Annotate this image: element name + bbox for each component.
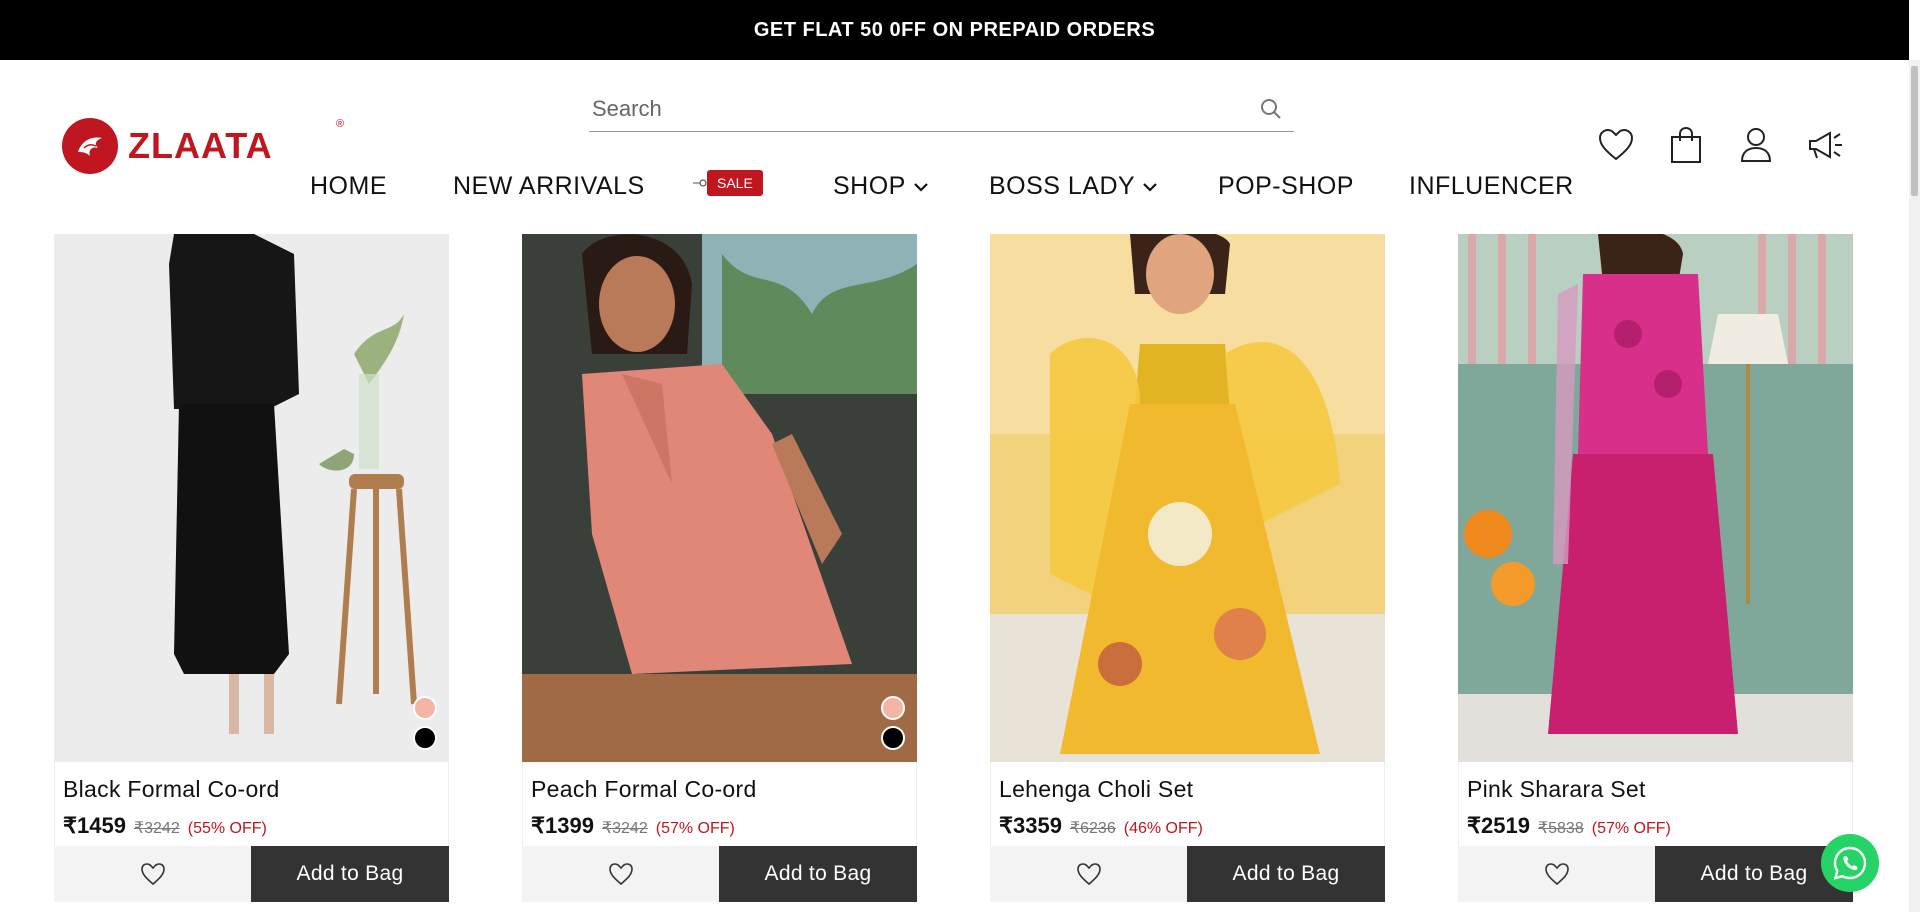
nav-shop-label: SHOP: [833, 172, 906, 200]
nav-influencer-label: INFLUENCER: [1409, 172, 1574, 200]
product-card[interactable]: Black Formal Co-ord ₹1459 ₹3242 (55% OFF…: [54, 234, 449, 904]
original-price: ₹3242: [133, 820, 180, 837]
brand-logo[interactable]: ZLAATA ®: [62, 118, 344, 174]
wishlist-button[interactable]: [522, 846, 719, 902]
nav-sale-tag[interactable]: SALE: [693, 170, 763, 196]
search-bar: [589, 86, 1294, 132]
whatsapp-icon: [1833, 846, 1867, 880]
sale-price: ₹1399: [531, 813, 594, 838]
color-swatch[interactable]: [881, 696, 905, 720]
bird-logo-icon: [62, 118, 118, 174]
product-card[interactable]: Peach Formal Co-ord ₹1399 ₹3242 (57% OFF…: [522, 234, 917, 904]
product-name[interactable]: Pink Sharara Set: [1467, 776, 1844, 803]
whatsapp-chat-button[interactable]: [1821, 834, 1879, 892]
original-price: ₹6236: [1069, 820, 1116, 837]
color-swatch[interactable]: [413, 696, 437, 720]
product-name[interactable]: Lehenga Choli Set: [999, 776, 1376, 803]
add-to-bag-button[interactable]: Add to Bag: [719, 846, 917, 902]
heart-icon: [1076, 863, 1101, 886]
announcement-bar: GET FLAT 50 0FF ON PREPAID ORDERS: [0, 0, 1909, 60]
original-price: ₹5838: [1537, 820, 1584, 837]
color-swatch[interactable]: [413, 726, 437, 750]
product-info: Pink Sharara Set ₹2519 ₹5838 (57% OFF): [1458, 762, 1853, 846]
nav-new-arrivals-label: NEW ARRIVALS: [453, 172, 645, 200]
product-actions: Add to Bag: [522, 846, 917, 902]
product-prices: ₹3359 ₹6236 (46% OFF): [999, 813, 1376, 839]
product-image[interactable]: [522, 234, 917, 762]
wishlist-button[interactable]: [1458, 846, 1655, 902]
color-swatch[interactable]: [881, 726, 905, 750]
discount-label: (57% OFF): [655, 820, 735, 837]
discount-label: (57% OFF): [1591, 820, 1671, 837]
user-icon[interactable]: [1735, 124, 1777, 166]
nav-pop-shop[interactable]: POP-SHOP: [1218, 172, 1354, 201]
add-to-bag-button[interactable]: Add to Bag: [251, 846, 449, 902]
scrollbar-thumb[interactable]: [1911, 66, 1918, 196]
discount-label: (55% OFF): [187, 820, 267, 837]
nav-pop-shop-label: POP-SHOP: [1218, 172, 1354, 200]
brand-name: ZLAATA: [128, 125, 273, 166]
search-input[interactable]: [589, 88, 1256, 129]
shopping-bag-icon[interactable]: [1665, 124, 1707, 166]
product-actions: Add to Bag: [1458, 846, 1853, 902]
nav-home[interactable]: HOME: [310, 172, 387, 201]
search-icon[interactable]: [1256, 94, 1286, 124]
sale-price: ₹1459: [63, 813, 126, 838]
product-card[interactable]: Lehenga Choli Set ₹3359 ₹6236 (46% OFF) …: [990, 234, 1385, 904]
wishlist-button[interactable]: [54, 846, 251, 902]
tag-string-icon: [693, 179, 707, 187]
product-actions: Add to Bag: [54, 846, 449, 902]
nav-boss-lady-label: BOSS LADY: [989, 172, 1136, 200]
heart-icon: [1544, 863, 1569, 886]
sale-label: SALE: [707, 170, 763, 196]
product-actions: Add to Bag: [990, 846, 1385, 902]
product-name[interactable]: Black Formal Co-ord: [63, 776, 440, 803]
chevron-down-icon: [1143, 182, 1158, 192]
heart-icon: [140, 863, 165, 886]
product-info: Lehenga Choli Set ₹3359 ₹6236 (46% OFF): [990, 762, 1385, 846]
announcement-text: GET FLAT 50 0FF ON PREPAID ORDERS: [753, 18, 1156, 41]
sale-price: ₹3359: [999, 813, 1062, 838]
nav-shop[interactable]: SHOP: [833, 172, 930, 201]
page-scrollbar[interactable]: [1909, 60, 1920, 912]
product-info: Black Formal Co-ord ₹1459 ₹3242 (55% OFF…: [54, 762, 449, 846]
nav-influencer[interactable]: INFLUENCER: [1409, 172, 1574, 201]
wishlist-button[interactable]: [990, 846, 1187, 902]
nav-home-label: HOME: [310, 172, 387, 200]
discount-label: (46% OFF): [1123, 820, 1203, 837]
original-price: ₹3242: [601, 820, 648, 837]
product-image[interactable]: [54, 234, 449, 762]
chevron-down-icon: [914, 182, 928, 192]
product-prices: ₹1459 ₹3242 (55% OFF): [63, 813, 440, 839]
registered-mark: ®: [336, 118, 345, 130]
sale-price: ₹2519: [1467, 813, 1530, 838]
nav-boss-lady[interactable]: BOSS LADY: [989, 172, 1159, 201]
product-name[interactable]: Peach Formal Co-ord: [531, 776, 908, 803]
heart-icon[interactable]: [1595, 124, 1637, 166]
product-prices: ₹2519 ₹5838 (57% OFF): [1467, 813, 1844, 839]
product-info: Peach Formal Co-ord ₹1399 ₹3242 (57% OFF…: [522, 762, 917, 846]
product-image[interactable]: [990, 234, 1385, 762]
add-to-bag-button[interactable]: Add to Bag: [1187, 846, 1385, 902]
heart-icon: [608, 863, 633, 886]
nav-new-arrivals[interactable]: NEW ARRIVALS: [453, 172, 645, 201]
product-image[interactable]: [1458, 234, 1853, 762]
product-card[interactable]: Pink Sharara Set ₹2519 ₹5838 (57% OFF) A…: [1458, 234, 1853, 904]
product-prices: ₹1399 ₹3242 (57% OFF): [531, 813, 908, 839]
megaphone-icon[interactable]: [1805, 124, 1847, 166]
